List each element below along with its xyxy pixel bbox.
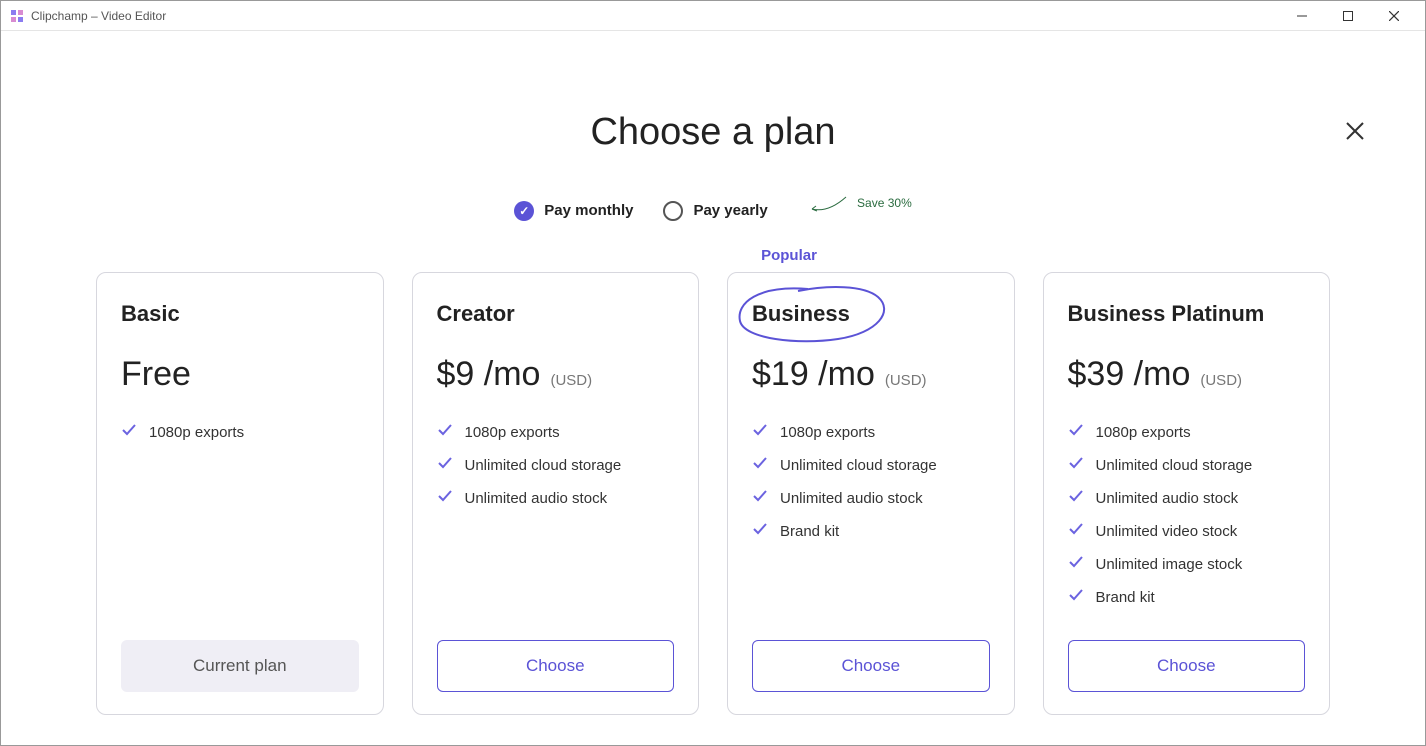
plan-name: Business <box>752 301 990 327</box>
feature-text: Unlimited audio stock <box>465 490 608 507</box>
popular-label: Popular <box>193 247 1385 264</box>
feature-list: 1080p exports Unlimited cloud storage Unli… <box>1068 422 1306 620</box>
check-icon <box>752 488 768 509</box>
pay-yearly-label: Pay yearly <box>693 202 767 219</box>
check-icon <box>437 455 453 476</box>
feature-item: 1080p exports <box>121 422 359 443</box>
billing-toggle: Pay monthly Pay yearly Save 3 <box>41 199 1385 222</box>
check-icon <box>1068 455 1084 476</box>
content-wrapper: Choose a plan Pay monthly Pay yearly <box>1 31 1425 745</box>
plan-price-row: $9 /mo (USD) <box>437 355 675 394</box>
plan-card-basic: Basic Free 1080p exports Current plan <box>96 272 384 715</box>
check-icon <box>437 488 453 509</box>
app-icon <box>9 8 25 24</box>
feature-text: Unlimited audio stock <box>780 490 923 507</box>
feature-text: Unlimited image stock <box>1096 556 1243 573</box>
save-badge: Save 30% <box>808 187 912 210</box>
feature-item: Brand kit <box>1068 587 1306 608</box>
plan-currency: (USD) <box>885 372 927 389</box>
plan-name: Creator <box>437 301 675 327</box>
app-window: Clipchamp – Video Editor Choose a plan P <box>0 0 1426 746</box>
window-close-button[interactable] <box>1371 1 1417 31</box>
feature-item: 1080p exports <box>1068 422 1306 443</box>
plan-card-creator: Creator $9 /mo (USD) 1080p exports Unlimited… <box>412 272 700 715</box>
window-title: Clipchamp – Video Editor <box>31 9 166 23</box>
feature-text: 1080p exports <box>149 424 244 441</box>
feature-item: Unlimited video stock <box>1068 521 1306 542</box>
pay-monthly-option[interactable]: Pay monthly <box>514 201 633 221</box>
feature-item: Unlimited audio stock <box>1068 488 1306 509</box>
feature-item: Unlimited cloud storage <box>1068 455 1306 476</box>
feature-item: 1080p exports <box>437 422 675 443</box>
maximize-button[interactable] <box>1325 1 1371 31</box>
choose-button[interactable]: Choose <box>1068 640 1306 692</box>
radio-unchecked-icon <box>663 201 683 221</box>
feature-text: 1080p exports <box>465 424 560 441</box>
plan-card-business: Business $19 /mo (USD) 1080p exports Unlimit… <box>727 272 1015 715</box>
check-icon <box>1068 554 1084 575</box>
plan-price: Free <box>121 355 191 394</box>
plan-currency: (USD) <box>1200 372 1242 389</box>
feature-item: Unlimited cloud storage <box>752 455 990 476</box>
plan-name: Basic <box>121 301 359 327</box>
feature-item: Unlimited audio stock <box>437 488 675 509</box>
feature-list: 1080p exports Unlimited cloud storage Unli… <box>437 422 675 620</box>
feature-item: 1080p exports <box>752 422 990 443</box>
feature-text: Unlimited cloud storage <box>1096 457 1253 474</box>
plan-price-row: $39 /mo (USD) <box>1068 355 1306 394</box>
pay-monthly-label: Pay monthly <box>544 202 633 219</box>
plan-card-business-platinum: Business Platinum $39 /mo (USD) 1080p expor… <box>1043 272 1331 715</box>
check-icon <box>752 455 768 476</box>
plan-price: $19 /mo <box>752 355 875 394</box>
check-icon <box>1068 521 1084 542</box>
check-icon <box>1068 422 1084 443</box>
pay-yearly-option[interactable]: Pay yearly <box>663 201 767 221</box>
radio-checked-icon <box>514 201 534 221</box>
scroll-area[interactable]: Choose a plan Pay monthly Pay yearly <box>1 31 1425 745</box>
feature-list: 1080p exports Unlimited cloud storage Unli… <box>752 422 990 620</box>
feature-item: Unlimited audio stock <box>752 488 990 509</box>
page-title: Choose a plan <box>41 111 1385 154</box>
choose-button[interactable]: Choose <box>752 640 990 692</box>
feature-item: Unlimited image stock <box>1068 554 1306 575</box>
check-icon <box>121 422 137 443</box>
feature-text: Unlimited cloud storage <box>465 457 622 474</box>
choose-button[interactable]: Choose <box>437 640 675 692</box>
plan-price: $39 /mo <box>1068 355 1191 394</box>
plans-grid: Basic Free 1080p exports Current plan Creato… <box>41 272 1385 715</box>
check-icon <box>1068 587 1084 608</box>
check-icon <box>437 422 453 443</box>
close-icon[interactable] <box>1345 121 1365 146</box>
plan-price: $9 /mo <box>437 355 541 394</box>
feature-text: 1080p exports <box>1096 424 1191 441</box>
feature-item: Brand kit <box>752 521 990 542</box>
arrow-icon <box>808 195 848 218</box>
feature-text: Unlimited video stock <box>1096 523 1238 540</box>
feature-text: Brand kit <box>780 523 839 540</box>
title-bar: Clipchamp – Video Editor <box>1 1 1425 31</box>
feature-text: 1080p exports <box>780 424 875 441</box>
current-plan-button: Current plan <box>121 640 359 692</box>
check-icon <box>1068 488 1084 509</box>
hand-drawn-circle-icon <box>728 281 898 351</box>
feature-item: Unlimited cloud storage <box>437 455 675 476</box>
pricing-page: Choose a plan Pay monthly Pay yearly <box>1 31 1425 745</box>
minimize-button[interactable] <box>1279 1 1325 31</box>
plan-name: Business Platinum <box>1068 301 1306 327</box>
feature-list: 1080p exports <box>121 422 359 620</box>
plan-price-row: $19 /mo (USD) <box>752 355 990 394</box>
plan-price-row: Free <box>121 355 359 394</box>
check-icon <box>752 422 768 443</box>
feature-text: Unlimited cloud storage <box>780 457 937 474</box>
plan-currency: (USD) <box>550 372 592 389</box>
feature-text: Brand kit <box>1096 589 1155 606</box>
check-icon <box>752 521 768 542</box>
save-text: Save 30% <box>857 196 912 210</box>
feature-text: Unlimited audio stock <box>1096 490 1239 507</box>
